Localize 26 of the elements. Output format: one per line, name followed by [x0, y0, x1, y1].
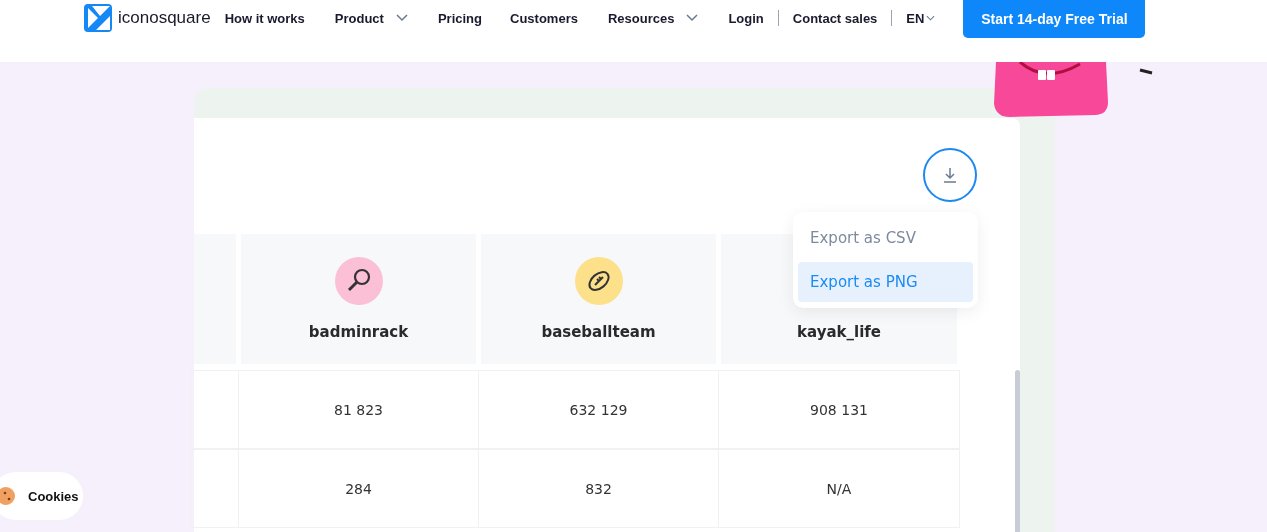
cookies-label: Cookies [28, 488, 79, 504]
table-cell: N/A [718, 449, 960, 528]
account-name: kayak_life [797, 323, 881, 341]
logo-text[interactable]: iconosquare [118, 8, 211, 28]
logo-icon[interactable] [84, 4, 112, 32]
nav-link[interactable]: Customers [510, 0, 578, 36]
nav-link[interactable]: How it works [224, 0, 305, 36]
table-cell: 832 [478, 449, 719, 528]
nav-link[interactable]: Product [334, 0, 408, 36]
account-name: badminrack [308, 323, 409, 341]
table-cell: 81 823 [238, 370, 479, 449]
scrollbar[interactable] [1015, 370, 1020, 532]
contact-sales-link[interactable]: Contact sales [792, 0, 878, 36]
table-cell: 908 131 [718, 370, 960, 449]
account-name: baseballteam [541, 323, 656, 341]
cookies-button[interactable]: Cookies [0, 472, 83, 520]
download-button[interactable] [923, 148, 977, 202]
nav-link[interactable]: Resources [607, 0, 699, 36]
table-cell: 284 [238, 449, 479, 528]
login-link[interactable]: Login [728, 0, 764, 36]
table-cell: 632 129 [478, 370, 719, 449]
nav-link[interactable]: Pricing [437, 0, 482, 36]
free-trial-button[interactable]: Start 14-day Free Trial [963, 0, 1146, 38]
caret-icon [926, 15, 936, 21]
menu-item[interactable]: Export as CSV [798, 218, 973, 258]
language-selector[interactable]: EN [906, 0, 936, 36]
